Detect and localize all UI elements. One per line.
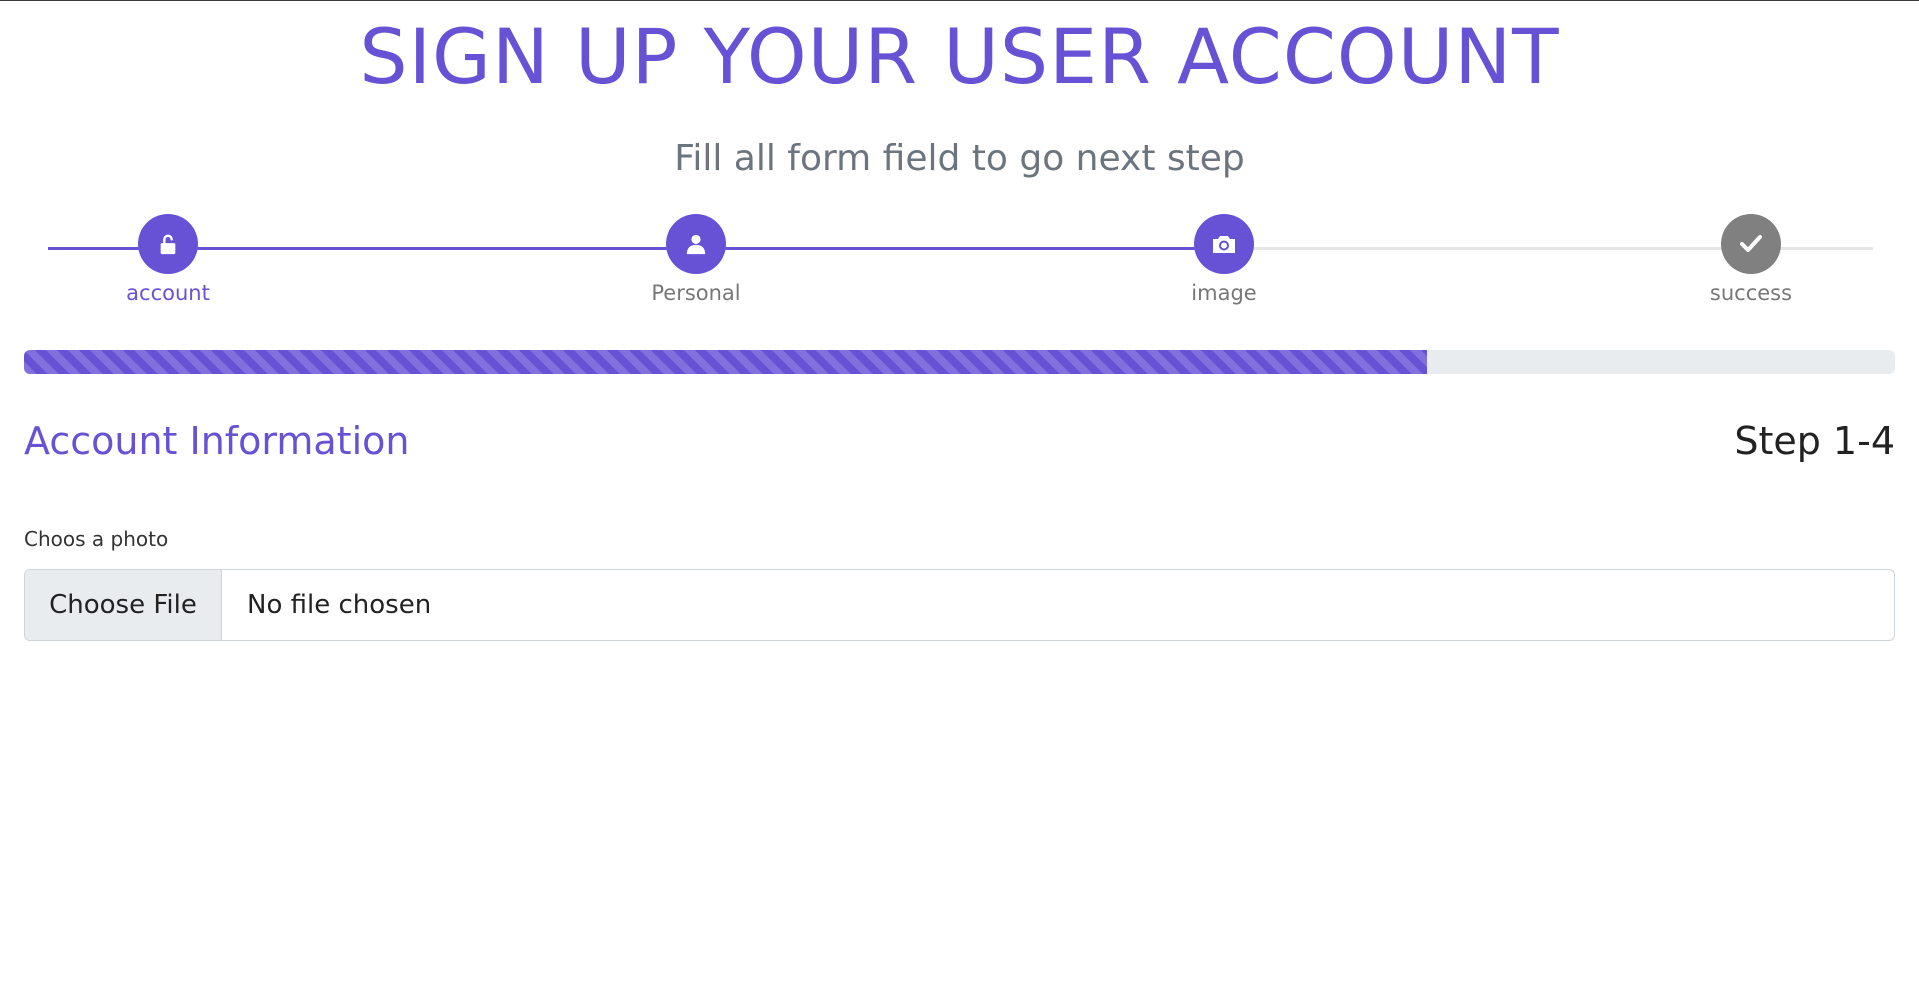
choose-file-button[interactable]: Choose File xyxy=(25,570,222,640)
stepper-track xyxy=(48,247,1873,250)
step-success-label: success xyxy=(1709,281,1793,305)
step-count: Step 1-4 xyxy=(1734,419,1895,463)
step-personal-circle xyxy=(666,214,726,274)
top-border xyxy=(0,0,1919,1)
page-subtitle: Fill all form field to go next step xyxy=(674,138,1245,179)
progress-bar xyxy=(24,350,1895,374)
step-personal: Personal xyxy=(616,214,776,308)
section-title: Account Information xyxy=(24,419,410,463)
step-account-label: account xyxy=(126,281,210,305)
photo-field-label: Choos a photo xyxy=(24,527,169,551)
step-account-circle xyxy=(138,214,198,274)
step-image: image xyxy=(1144,214,1304,308)
user-icon xyxy=(685,233,707,255)
step-success: success xyxy=(1671,214,1831,308)
step-personal-label: Personal xyxy=(651,281,741,305)
step-success-circle xyxy=(1721,214,1781,274)
unlock-icon xyxy=(157,233,179,255)
step-image-label: image xyxy=(1191,281,1257,305)
page-title: SIGN UP YOUR USER ACCOUNT xyxy=(359,12,1560,101)
step-image-circle xyxy=(1194,214,1254,274)
progress-bar-fill xyxy=(24,350,1428,374)
photo-file-input[interactable]: Choose File No file chosen xyxy=(24,569,1895,641)
check-icon xyxy=(1739,233,1763,255)
progress-stepper: account Personal image success xyxy=(0,214,1919,314)
file-status-text: No file chosen xyxy=(247,590,432,620)
camera-icon xyxy=(1211,233,1237,255)
step-account: account xyxy=(88,214,248,308)
